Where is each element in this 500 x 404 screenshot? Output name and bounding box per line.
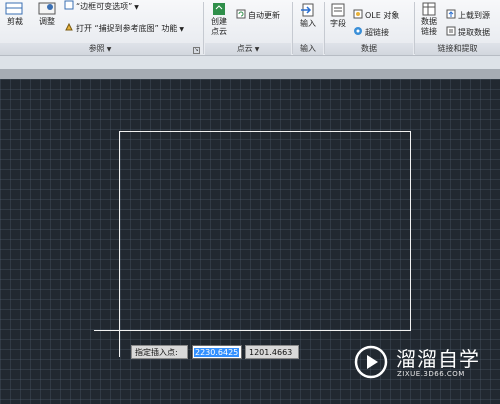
extract-icon (446, 26, 456, 39)
dynamic-input-prompt: 指定插入点: (131, 345, 188, 359)
dynamic-input-y-field[interactable]: 1201.4663 (245, 345, 299, 359)
snap-icon (64, 22, 74, 35)
data-link-label: 数据 链接 (421, 17, 437, 36)
import-panel-title: 输入 (293, 43, 323, 55)
adjust-icon (36, 2, 58, 16)
reference-panel: 剪裁 调整 “边框可变选项” ▼ 打开 “捕捉到参考底图” 功能 ▼ 参照 ▼ ↘ (0, 0, 200, 55)
import-icon (300, 2, 316, 18)
hyperlink-label: 超链接 (365, 28, 389, 37)
adjust-label: 调整 (39, 17, 55, 26)
upload-label: 上载到源 (458, 11, 490, 20)
hyperlink-icon (353, 26, 363, 39)
auto-update-button[interactable]: 自动更新 (236, 9, 280, 22)
watermark-logo-icon (354, 345, 388, 379)
data-title-text: 数据 (361, 44, 377, 53)
x-coordinate-value: 2230.6425 (194, 348, 240, 357)
refresh-icon (236, 9, 246, 22)
chevron-down-icon: ▼ (179, 26, 184, 33)
auto-update-label: 自动更新 (248, 11, 280, 20)
ole-object-label: OLE 对象 (365, 11, 400, 20)
link-panel-title: 链接和提取 (415, 43, 500, 55)
dialog-launcher-icon[interactable]: ↘ (193, 47, 200, 54)
chevron-down-icon: ▼ (254, 46, 260, 53)
data-link-icon (421, 2, 437, 16)
import-label: 输入 (300, 19, 316, 28)
create-pointcloud-button[interactable]: 创建 点云 (207, 2, 231, 37)
chevron-down-icon: ▼ (134, 4, 139, 11)
dynamic-input-x-field[interactable]: 2230.6425 (192, 345, 242, 359)
watermark-title: 溜溜自学 (396, 347, 480, 371)
frame-variable-dropdown[interactable]: “边框可变选项” ▼ (64, 0, 139, 13)
extract-data-button[interactable]: 提取数据 (446, 26, 490, 39)
frame-variable-label: “边框可变选项” (76, 2, 133, 11)
ole-object-button[interactable]: OLE 对象 (353, 9, 399, 22)
clip-icon (4, 2, 26, 16)
data-panel-title: 数据 (325, 43, 413, 55)
snap-underlay-label: 打开 “捕捉到参考底图” 功能 (76, 24, 178, 33)
ribbon: 剪裁 调整 “边框可变选项” ▼ 打开 “捕捉到参考底图” 功能 ▼ 参照 ▼ ↘ (0, 0, 500, 56)
chevron-down-icon: ▼ (106, 46, 112, 53)
frame-icon (64, 0, 74, 13)
create-pointcloud-label: 创建 点云 (211, 17, 227, 36)
data-link-button[interactable]: 数据 链接 (417, 2, 441, 37)
pointcloud-title-text: 点云 (236, 44, 253, 53)
extract-label: 提取数据 (458, 28, 490, 37)
link-extract-panel: 数据 链接 上载到源 提取数据 链接和提取 (415, 0, 500, 55)
pointcloud-panel-title[interactable]: 点云 ▼ (205, 43, 291, 55)
reference-title-text: 参照 (88, 44, 105, 53)
field-button[interactable]: 字段 (327, 2, 349, 29)
adjust-button[interactable]: 调整 (33, 2, 61, 27)
panel-divider (203, 2, 204, 54)
field-label: 字段 (330, 19, 346, 28)
snap-underlay-button[interactable]: 打开 “捕捉到参考底图” 功能 ▼ (64, 22, 184, 35)
clip-label: 剪裁 (7, 17, 23, 26)
upload-icon (446, 9, 456, 22)
watermark-subtitle: ZIXUE.3D66.COM (397, 370, 465, 378)
import-panel: 输入 输入 (293, 0, 323, 55)
data-panel: 字段 OLE 对象 超链接 数据 (325, 0, 413, 55)
viewport-header-bar (0, 69, 500, 79)
watermark: 溜溜自学 ZIXUE.3D66.COM (352, 339, 482, 387)
ole-icon (353, 9, 363, 22)
crosshair-horizontal (94, 330, 120, 331)
rectangle-shape[interactable] (119, 131, 411, 331)
upload-to-source-button[interactable]: 上载到源 (446, 9, 490, 22)
reference-panel-title[interactable]: 参照 ▼ (0, 43, 200, 55)
import-button[interactable]: 输入 (296, 2, 320, 29)
clip-button[interactable]: 剪裁 (2, 2, 28, 27)
pointcloud-icon (211, 2, 227, 16)
pointcloud-panel: 创建 点云 自动更新 点云 ▼ (205, 0, 291, 55)
import-title-text: 输入 (300, 44, 316, 53)
field-icon (330, 2, 346, 18)
hyperlink-button[interactable]: 超链接 (353, 26, 389, 39)
file-tabs-bar (0, 56, 500, 69)
crosshair-vertical (119, 329, 120, 357)
drawing-canvas[interactable]: 指定插入点: 2230.6425 1201.4663 溜溜自学 ZIXUE.3D… (0, 79, 500, 404)
link-title-text: 链接和提取 (437, 44, 478, 53)
